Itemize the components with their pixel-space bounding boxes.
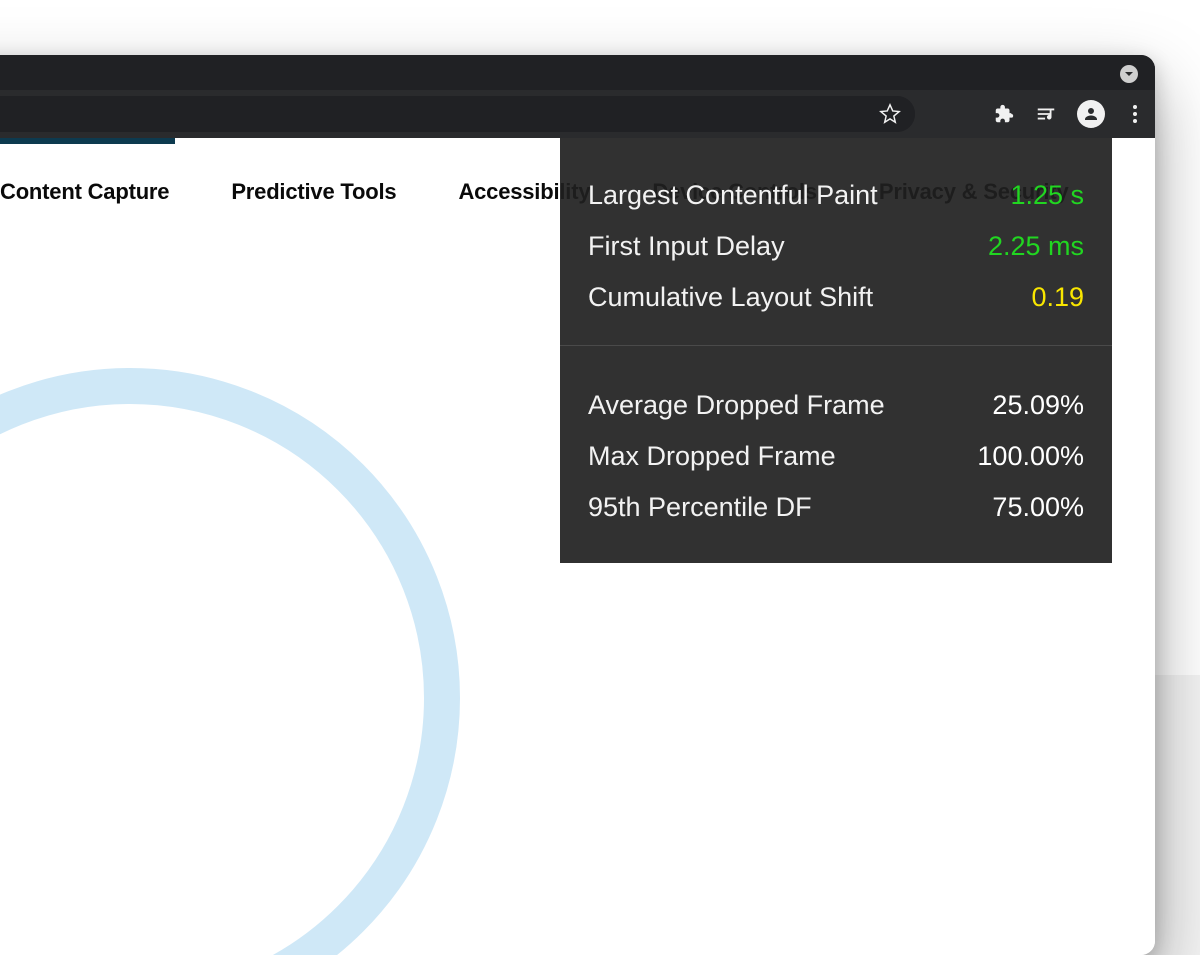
hud-row-avg-df: Average Dropped Frame 25.09% <box>588 380 1084 431</box>
profile-avatar-icon[interactable] <box>1077 100 1105 128</box>
tab-strip <box>0 55 1155 90</box>
hud-web-vitals: Largest Contentful Paint 1.25 s First In… <box>560 170 1112 323</box>
hud-row-cls: Cumulative Layout Shift 0.19 <box>588 272 1084 323</box>
bookmark-star-icon[interactable] <box>879 103 901 125</box>
hud-label: Cumulative Layout Shift <box>588 284 873 311</box>
hud-value: 0.19 <box>1031 284 1084 311</box>
page-content: Content Capture Predictive Tools Accessi… <box>0 138 1155 955</box>
address-bar[interactable] <box>0 96 915 132</box>
hud-label: Max Dropped Frame <box>588 443 836 470</box>
hud-frames: Average Dropped Frame 25.09% Max Dropped… <box>560 380 1112 533</box>
hud-value: 75.00% <box>992 494 1084 521</box>
hud-divider <box>560 345 1112 346</box>
hud-value: 100.00% <box>977 443 1084 470</box>
hud-label: 95th Percentile DF <box>588 494 812 521</box>
hud-value: 1.25 s <box>1010 182 1084 209</box>
browser-chrome-header <box>0 55 1155 138</box>
hud-row-max-df: Max Dropped Frame 100.00% <box>588 431 1084 482</box>
nav-item-predictive-tools[interactable]: Predictive Tools <box>231 179 396 205</box>
bookmark-star-container <box>855 96 915 132</box>
browser-menu-icon[interactable] <box>1125 103 1145 125</box>
toolbar-actions <box>993 90 1145 138</box>
hud-row-fid: First Input Delay 2.25 ms <box>588 221 1084 272</box>
active-tab-indicator <box>0 138 175 144</box>
hud-label: First Input Delay <box>588 233 785 260</box>
hud-row-lcp: Largest Contentful Paint 1.25 s <box>588 170 1084 221</box>
screenshot-canvas: Content Capture Predictive Tools Accessi… <box>0 0 1200 675</box>
browser-window: Content Capture Predictive Tools Accessi… <box>0 55 1155 955</box>
extensions-icon[interactable] <box>993 103 1015 125</box>
nav-item-content-capture[interactable]: Content Capture <box>0 179 169 205</box>
hud-label: Average Dropped Frame <box>588 392 885 419</box>
media-controls-icon[interactable] <box>1035 103 1057 125</box>
performance-hud-overlay: Largest Contentful Paint 1.25 s First In… <box>560 138 1112 563</box>
hud-label: Largest Contentful Paint <box>588 182 878 209</box>
hud-row-95p-df: 95th Percentile DF 75.00% <box>588 482 1084 533</box>
hero-decorative-circle <box>0 368 460 955</box>
tab-search-icon[interactable] <box>1120 65 1138 83</box>
hud-value: 2.25 ms <box>988 233 1084 260</box>
hud-value: 25.09% <box>992 392 1084 419</box>
browser-toolbar <box>0 90 1155 138</box>
